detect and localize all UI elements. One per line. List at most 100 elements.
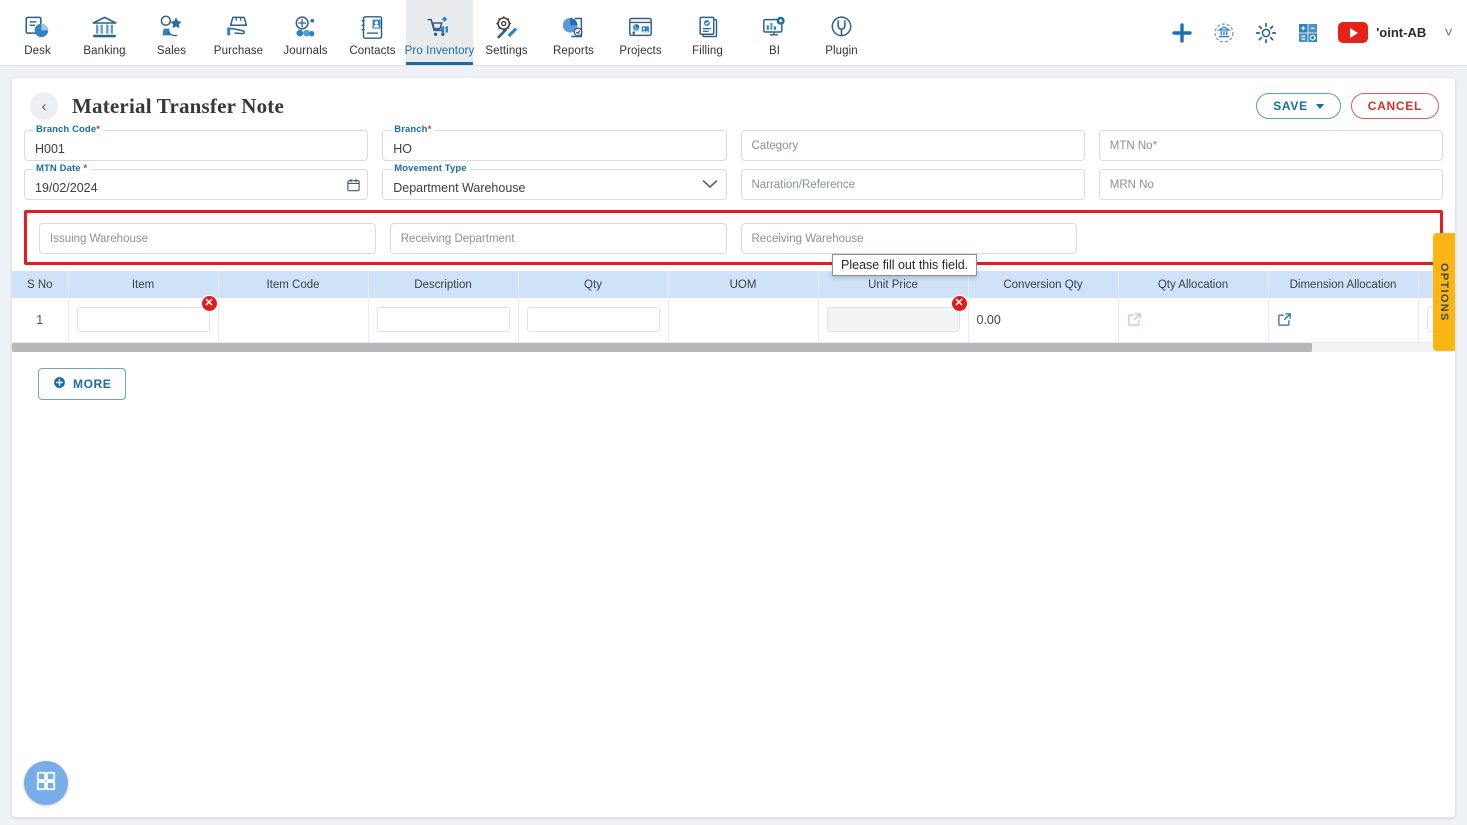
gear-icon[interactable] [1254, 21, 1278, 45]
column-header-item[interactable]: Item [68, 271, 219, 298]
nav-item-desk[interactable]: Desk [4, 0, 71, 65]
item-input[interactable] [76, 307, 210, 333]
column-header-item-code[interactable]: Item Code [218, 271, 369, 298]
nav-item-label: Reports [553, 44, 594, 57]
warehouse-fields-highlight: Issuing Warehouse Receiving Department R… [24, 210, 1443, 265]
plus-icon[interactable] [1170, 21, 1194, 45]
table-row: 1 ✕ ✕ 0.00 [12, 295, 1455, 343]
nav-item-plugin[interactable]: Plugin [808, 0, 875, 65]
column-header-conversion-qty[interactable]: Conversion Qty [968, 271, 1119, 298]
nav-item-label: Plugin [825, 44, 858, 57]
horizontal-scrollbar[interactable] [12, 342, 1455, 352]
save-button[interactable]: SAVE [1256, 93, 1341, 119]
cell-conversion-qty: 0.00 [968, 298, 1119, 343]
branch-field[interactable]: Branch* HO [382, 124, 727, 161]
nav-item-reports[interactable]: Reports [540, 0, 607, 65]
column-header-qty-allocation[interactable]: Qty Allocation [1118, 271, 1269, 298]
chevron-left-icon[interactable]: ‹ [30, 92, 58, 120]
error-x-icon: ✕ [950, 295, 968, 313]
nav-item-label: Journals [283, 44, 328, 57]
nav-item-label: Desk [24, 44, 51, 57]
calculator-icon[interactable] [1296, 21, 1320, 45]
cell-s-no: 1 [12, 298, 69, 343]
reports-pie-icon [560, 13, 587, 43]
nav-item-label: Filling [692, 44, 723, 57]
page-title: Material Transfer Note [72, 93, 285, 118]
nav-item-list: Desk Banking Sales Purchase Journals Con… [0, 0, 875, 65]
nav-item-sales[interactable]: Sales [138, 0, 205, 65]
category-field[interactable]: Category [740, 130, 1085, 161]
issuing-warehouse-field[interactable]: Issuing Warehouse [39, 223, 376, 254]
cell-item-code[interactable] [218, 298, 369, 343]
plus-circle-icon [53, 376, 66, 392]
options-tab-label: OPTIONS [1438, 262, 1450, 322]
nav-item-contacts[interactable]: Contacts [339, 0, 406, 65]
filling-docs-icon [694, 13, 721, 43]
more-button[interactable]: MORE [38, 367, 127, 400]
user-account-label[interactable]: 'oint-AB [1376, 25, 1426, 40]
line-items-table: S No Item Item Code Description Qty UOM … [12, 271, 1455, 343]
apps-grid-button[interactable] [24, 761, 68, 805]
receiving-warehouse-field[interactable]: Receiving Warehouse [740, 223, 1078, 254]
options-side-tab[interactable]: OPTIONS [1433, 233, 1455, 351]
caret-down-icon[interactable] [1315, 103, 1324, 109]
scrollbar-thumb[interactable] [12, 342, 1312, 352]
chevron-down-icon[interactable]: ˅ [1444, 24, 1453, 41]
branch-cell: Branch* HO [382, 124, 727, 161]
description-input[interactable] [376, 307, 510, 333]
empty-cell [1091, 223, 1428, 254]
column-header-qty[interactable]: Qty [518, 271, 669, 298]
plugin-icon [828, 13, 855, 43]
nav-item-label: Settings [485, 44, 528, 57]
narration-cell: Narration/Reference [740, 169, 1085, 200]
nav-item-bi[interactable]: BI [741, 0, 808, 65]
form-area: Branch Code* H001 Branch* HO Category MT… [12, 124, 1455, 265]
narration-field[interactable]: Narration/Reference [740, 169, 1085, 200]
external-link-icon[interactable] [1277, 312, 1410, 327]
external-link-icon[interactable] [1127, 312, 1260, 327]
nav-item-settings[interactable]: Settings [473, 0, 540, 65]
chevron-down-icon[interactable] [702, 176, 718, 194]
calendar-icon[interactable] [346, 177, 361, 192]
material-transfer-note-page: ‹ Material Transfer Note SAVE CANCEL Bra… [12, 78, 1455, 817]
receiving-department-field[interactable]: Receiving Department [389, 223, 727, 254]
sales-icon [158, 13, 185, 43]
unit-price-input[interactable] [826, 307, 960, 333]
nav-item-purchase[interactable]: Purchase [205, 0, 272, 65]
nav-item-label: Sales [156, 44, 187, 57]
nav-item-filling[interactable]: Filling [674, 0, 741, 65]
nav-item-label: Contacts [349, 44, 396, 57]
branch-code-value: H001 [35, 141, 65, 156]
bank-icon [91, 13, 118, 43]
nav-item-banking[interactable]: Banking [71, 0, 138, 65]
cancel-button[interactable]: CANCEL [1350, 93, 1439, 119]
receiving-department-placeholder: Receiving Department [400, 232, 515, 245]
receiving-warehouse-placeholder: Receiving Warehouse [751, 232, 864, 245]
purchase-icon [225, 13, 252, 43]
mtn-date-field[interactable]: MTN Date * 19/02/2024 [24, 163, 369, 200]
nav-item-label: Pro Inventory [404, 44, 475, 57]
nav-item-pro-inventory[interactable]: Pro Inventory [404, 0, 475, 65]
branch-code-field[interactable]: Branch Code* H001 [24, 124, 369, 161]
category-cell: Category [740, 130, 1085, 161]
column-header-dimension-allocation[interactable]: Dimension Allocation [1268, 271, 1419, 298]
youtube-play-icon[interactable] [1338, 22, 1369, 43]
bank-refresh-icon[interactable] [1212, 21, 1236, 45]
column-header-s-no[interactable]: S No [12, 271, 69, 298]
nav-item-journals[interactable]: Journals [272, 0, 339, 65]
qty-input[interactable] [526, 307, 660, 333]
mtn-date-label: MTN Date * [33, 163, 91, 174]
column-header-uom[interactable]: UOM [668, 271, 819, 298]
mrn-no-field[interactable]: MRN No [1098, 169, 1443, 200]
contacts-icon [359, 13, 386, 43]
cell-qty-allocation [1118, 298, 1269, 343]
movement-type-label: Movement Type [391, 163, 470, 174]
nav-item-projects[interactable]: Projects [607, 0, 674, 65]
mtn-no-field[interactable]: MTN No* [1098, 130, 1443, 161]
line-items-grid: S No Item Item Code Description Qty UOM … [12, 271, 1455, 352]
column-header-description[interactable]: Description [368, 271, 519, 298]
movement-type-cell: Movement Type Department Warehouse [382, 163, 727, 200]
cell-uom[interactable] [668, 298, 819, 343]
movement-type-select[interactable]: Movement Type Department Warehouse [382, 163, 727, 200]
issuing-warehouse-cell: Issuing Warehouse [39, 223, 376, 254]
